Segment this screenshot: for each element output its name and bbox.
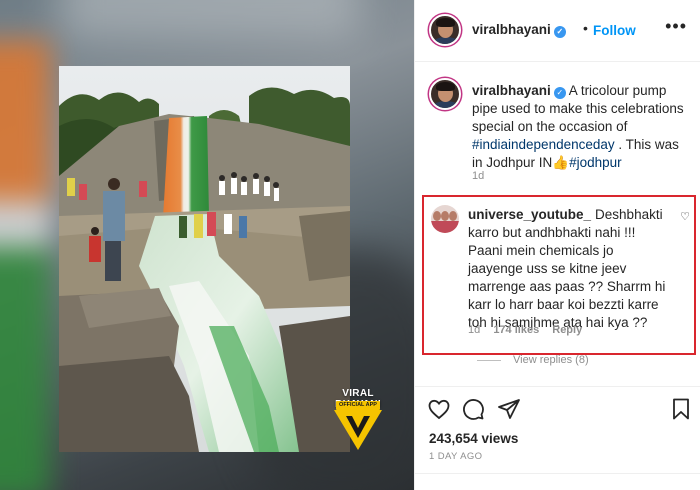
comment-bubble-icon[interactable] — [461, 397, 485, 421]
caption-author-avatar[interactable] — [429, 78, 461, 110]
view-replies-button[interactable]: View replies (8) — [477, 354, 589, 366]
media-pane: VIRAL BHAYANI OFFICIAL APP — [0, 0, 414, 490]
caption-text: viralbhayani ✓ A tricolour pump pipe used… — [472, 82, 690, 172]
comment-text: universe_youtube_ Deshbhakti karro but an… — [468, 206, 668, 332]
hashtag-link-jodhpur[interactable]: #jodhpur — [569, 155, 622, 170]
instagram-post-modal: VIRAL BHAYANI OFFICIAL APP viralbhayani✓… — [0, 0, 700, 490]
waterfall-scene — [59, 66, 350, 452]
follow-button[interactable]: Follow — [593, 23, 636, 38]
replies-divider-line — [477, 359, 501, 361]
comment-reply-button[interactable]: Reply — [552, 324, 582, 336]
post-date[interactable]: 1 DAY AGO — [429, 451, 482, 462]
post-video[interactable] — [59, 66, 350, 452]
comment-timestamp[interactable]: 1d — [468, 324, 480, 336]
like-heart-icon[interactable] — [427, 397, 451, 421]
separator-dot: • — [583, 20, 588, 36]
comment-likes-count[interactable]: 174 likes — [493, 324, 539, 336]
views-count[interactable]: 243,654 views — [429, 431, 518, 446]
viral-bhayani-watermark: VIRAL BHAYANI OFFICIAL APP — [326, 388, 390, 454]
add-comment-divider — [415, 473, 700, 474]
comment-meta: 1d 174 likes Reply — [468, 324, 592, 336]
commenter-username[interactable]: universe_youtube_ — [468, 207, 591, 222]
author-username-link[interactable]: viralbhayani ✓ — [472, 22, 566, 38]
viral-bhayani-logo-icon — [334, 410, 382, 450]
more-options-icon[interactable]: ••• — [665, 16, 687, 37]
verified-badge-icon: ✓ — [553, 26, 566, 38]
blurred-background-tricolor — [0, 40, 50, 490]
author-username[interactable]: viralbhayani — [472, 22, 551, 37]
comment-like-heart-icon[interactable]: ♡ — [680, 210, 690, 223]
author-avatar[interactable] — [429, 14, 461, 46]
watermark-tag: OFFICIAL APP — [336, 401, 380, 410]
view-replies-label[interactable]: View replies (8) — [513, 354, 589, 366]
commenter-avatar[interactable] — [431, 205, 459, 233]
caption-verified-badge-icon: ✓ — [553, 87, 566, 99]
hashtag-link-independenceday[interactable]: #indiaindependenceday — [472, 137, 615, 152]
blurred-background-sky — [60, 0, 360, 40]
post-header: viralbhayani ✓ • Follow ••• — [415, 0, 700, 62]
highlighted-comment: universe_youtube_ Deshbhakti karro but an… — [422, 195, 696, 355]
post-side-panel: viralbhayani ✓ • Follow ••• viralbhayani ✓… — [414, 0, 700, 490]
post-actions-section: 243,654 views 1 DAY AGO — [415, 386, 700, 490]
save-bookmark-icon[interactable] — [669, 397, 693, 421]
comment-body: Deshbhakti karro but andhbhakti nahi !!!… — [468, 207, 666, 330]
caption-username[interactable]: viralbhayani — [472, 83, 551, 98]
share-send-icon[interactable] — [497, 397, 521, 421]
caption-timestamp[interactable]: 1d — [472, 170, 484, 182]
